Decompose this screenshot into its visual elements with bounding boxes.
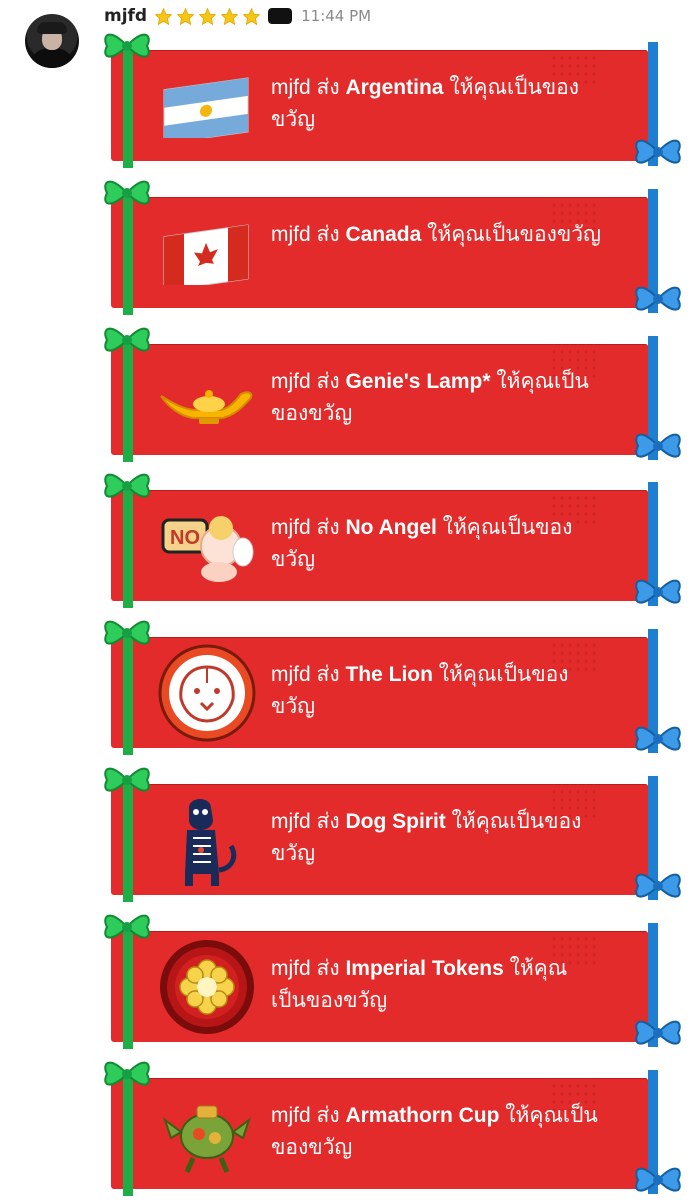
gift-item-name: Imperial Tokens bbox=[345, 957, 504, 980]
no-angel-sticker-icon: NO bbox=[157, 504, 257, 588]
star-icon bbox=[154, 7, 173, 25]
imperial-token-icon bbox=[157, 940, 257, 1034]
gift-card-no-angel[interactable]: NO mjfd ส่ง No Angel ให้คุณเป็นของขวัญ bbox=[104, 473, 681, 608]
svg-text:NO: NO bbox=[170, 527, 200, 549]
dog-skeleton-icon bbox=[157, 798, 257, 886]
gift-card-genies-lamp[interactable]: mjfd ส่ง Genie's Lamp* ให้คุณเป็นของขวัญ bbox=[104, 327, 681, 462]
blue-bow-icon bbox=[635, 286, 681, 311]
blue-bow-icon bbox=[635, 139, 681, 164]
gift-text: mjfd ส่ง Imperial Tokens ให้คุณเป็นของขว… bbox=[271, 957, 568, 1012]
username[interactable]: mjfd bbox=[104, 6, 147, 26]
star-icon bbox=[242, 7, 261, 25]
blue-bow-icon bbox=[635, 579, 681, 604]
gift-item-name: Dog Spirit bbox=[345, 810, 446, 833]
green-bow-icon bbox=[104, 914, 150, 939]
gift-card-imperial-tokens[interactable]: mjfd ส่ง Imperial Tokens ให้คุณเป็นของขว… bbox=[104, 914, 681, 1049]
avatar[interactable] bbox=[25, 14, 79, 68]
armathorn-cup-icon bbox=[157, 1092, 257, 1176]
green-bow-icon bbox=[104, 620, 150, 645]
canada-flag-icon bbox=[157, 211, 257, 295]
gift-item-name: No Angel bbox=[345, 516, 437, 539]
avatar-cap bbox=[37, 22, 67, 34]
gift-item-name: Canada bbox=[345, 223, 422, 246]
gift-text: mjfd ส่ง Canada ให้คุณเป็นของขวัญ bbox=[271, 223, 601, 246]
green-bow-icon bbox=[104, 767, 150, 792]
gift-text: mjfd ส่ง Genie's Lamp* ให้คุณเป็นของขวัญ bbox=[271, 370, 589, 425]
gift-text: mjfd ส่ง Argentina ให้คุณเป็นของขวัญ bbox=[271, 76, 580, 131]
gift-text: mjfd ส่ง Dog Spirit ให้คุณเป็นของขวัญ bbox=[271, 810, 582, 865]
gift-card-dog-spirit[interactable]: mjfd ส่ง Dog Spirit ให้คุณเป็นของขวัญ bbox=[104, 767, 681, 902]
gift-item-name: The Lion bbox=[345, 663, 433, 686]
genie-lamp-icon bbox=[157, 358, 257, 442]
gift-item-name: Armathorn Cup bbox=[345, 1104, 500, 1127]
gift-text: mjfd ส่ง No Angel ให้คุณเป็นของขวัญ bbox=[271, 516, 573, 571]
green-bow-icon bbox=[104, 33, 150, 58]
star-icon bbox=[220, 7, 239, 25]
blue-bow-icon bbox=[635, 726, 681, 751]
gift-card-argentina[interactable]: mjfd ส่ง Argentina ให้คุณเป็นของขวัญ bbox=[104, 33, 681, 168]
user-badge bbox=[268, 8, 293, 24]
gift-card-the-lion[interactable]: mjfd ส่ง The Lion ให้คุณเป็นของขวัญ bbox=[104, 620, 681, 755]
star-icon bbox=[176, 7, 195, 25]
green-bow-icon bbox=[104, 473, 150, 498]
blue-bow-icon bbox=[635, 433, 681, 458]
green-bow-icon bbox=[104, 327, 150, 352]
green-bow-icon bbox=[104, 180, 150, 205]
blue-bow-icon bbox=[635, 1167, 681, 1192]
gift-text: mjfd ส่ง Armathorn Cup ให้คุณเป็นของขวัญ bbox=[271, 1104, 598, 1159]
gift-item-name: Genie's Lamp* bbox=[345, 370, 491, 393]
gift-text: mjfd ส่ง The Lion ให้คุณเป็นของขวัญ bbox=[271, 663, 569, 718]
argentina-flag-icon bbox=[157, 64, 257, 148]
message-time: 11:44 PM bbox=[301, 7, 372, 25]
gift-card-armathorn-cup[interactable]: mjfd ส่ง Armathorn Cup ให้คุณเป็นของขวัญ bbox=[104, 1061, 681, 1196]
lion-emblem-icon bbox=[157, 644, 257, 742]
avatar-body bbox=[29, 48, 75, 68]
blue-bow-icon bbox=[635, 873, 681, 898]
gift-item-name: Argentina bbox=[345, 76, 444, 99]
blue-bow-icon bbox=[635, 1020, 681, 1045]
green-bow-icon bbox=[104, 1061, 150, 1086]
gift-card-canada[interactable]: mjfd ส่ง Canada ให้คุณเป็นของขวัญ bbox=[104, 180, 681, 315]
star-icon bbox=[198, 7, 217, 25]
